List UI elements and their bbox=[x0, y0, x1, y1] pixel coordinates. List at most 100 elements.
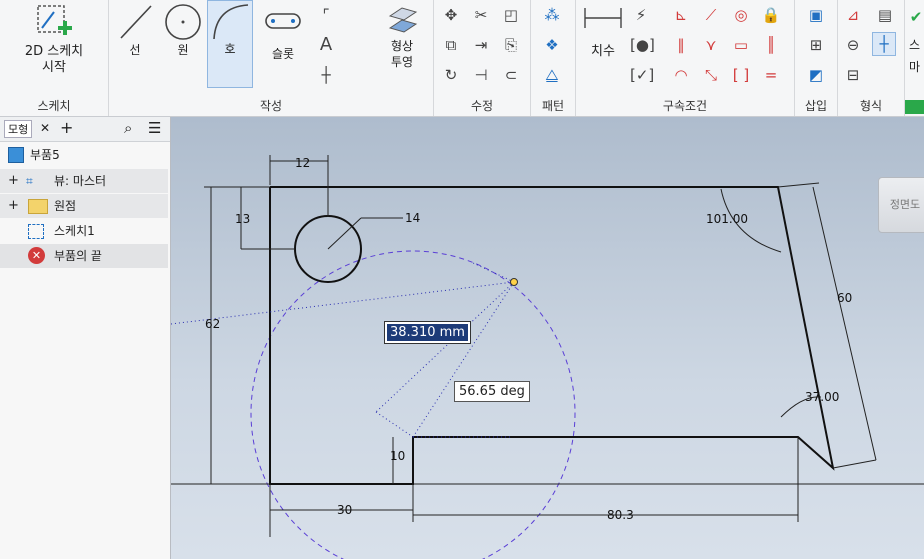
end-of-part-icon: ✕ bbox=[28, 247, 45, 264]
symmetric-icon[interactable]: [ ] bbox=[730, 64, 752, 86]
angle-input[interactable]: 56.65 deg bbox=[454, 381, 530, 402]
horizontal-icon[interactable]: ▭ bbox=[730, 34, 752, 56]
model-browser: 모형 ✕ + ⌕ ☰ 부품5 + ⌗ 뷰: 마스터 + 원점 스케치1 ✕ 부품… bbox=[0, 117, 171, 559]
fillet-icon[interactable]: ⌜ bbox=[315, 4, 337, 26]
line-button[interactable]: 선 bbox=[111, 2, 159, 72]
tree-item-label: 원점 bbox=[54, 199, 77, 213]
dim-slant-len[interactable]: 60 bbox=[837, 291, 852, 305]
centerline-icon[interactable]: ⊖ bbox=[842, 34, 864, 56]
dim-height[interactable]: 62 bbox=[205, 317, 220, 331]
finish-panel: ✔ 스 마 bbox=[905, 0, 924, 116]
fix-icon[interactable]: 🔒 bbox=[760, 4, 782, 26]
expand-icon[interactable]: + bbox=[8, 169, 19, 193]
start-2d-sketch-button[interactable]: 2D 스케치 시작 bbox=[8, 2, 100, 88]
tree-item-sketch[interactable]: 스케치1 bbox=[0, 219, 168, 243]
smooth-icon[interactable]: ⤡ bbox=[700, 64, 722, 86]
modify-panel: ✥ ✂ ◰ ⧉ ⇥ ⎘ ↻ ⊣ ⊂ 수정 bbox=[434, 0, 531, 116]
add-tab-icon[interactable]: + bbox=[60, 118, 73, 137]
model-tab[interactable]: 모형 bbox=[4, 120, 33, 138]
split-icon[interactable]: ⊣ bbox=[470, 64, 492, 86]
line-label: 선 bbox=[129, 43, 141, 57]
tree-item-label: 부품5 bbox=[30, 148, 60, 162]
scale-icon[interactable]: ◰ bbox=[500, 4, 522, 26]
offset-icon[interactable]: ⊂ bbox=[500, 64, 522, 86]
dimension-button[interactable]: 치수 bbox=[578, 4, 628, 74]
tree-item-view[interactable]: + ⌗ 뷰: 마스터 bbox=[0, 169, 168, 193]
equal-icon[interactable]: = bbox=[760, 64, 782, 86]
create-panel: 선 원 호 슬롯 ⌜ A ┼ 형상 투영 작성 bbox=[109, 0, 434, 116]
concentric-icon[interactable]: ◎ bbox=[730, 4, 752, 26]
stretch-icon[interactable]: ⎘ bbox=[500, 34, 522, 56]
points-icon[interactable]: ⊞ bbox=[805, 34, 827, 56]
constrain-panel-title: 구속조건 bbox=[662, 99, 708, 113]
construction-icon[interactable]: ⊿ bbox=[842, 4, 864, 26]
start-2d-sketch-label: 2D 스케치 시작 bbox=[24, 44, 84, 75]
tree-item-part[interactable]: 부품5 bbox=[0, 143, 168, 167]
parallel-icon[interactable]: ∥ bbox=[670, 34, 692, 56]
acad-icon[interactable]: ◩ bbox=[805, 64, 827, 86]
arc-button[interactable]: 호 bbox=[207, 0, 253, 88]
dimension-lines bbox=[204, 155, 877, 537]
sketch-panel: 2D 스케치 시작 스케치 bbox=[0, 0, 109, 116]
perpendicular-icon[interactable]: ⊾ bbox=[670, 4, 692, 26]
graphics-canvas[interactable]: 12 13 14 62 101.00 60 37.00 10 30 80.3 3… bbox=[171, 117, 924, 559]
move-icon[interactable]: ✥ bbox=[440, 4, 462, 26]
tree-item-label: 스케치1 bbox=[54, 224, 95, 238]
pattern-panel-title: 패턴 bbox=[541, 99, 565, 113]
viewcube[interactable]: 정면도 bbox=[878, 177, 924, 233]
menu-icon[interactable]: ☰ bbox=[148, 119, 161, 137]
rectangular-pattern-icon[interactable]: ⁂ bbox=[541, 4, 563, 26]
show-constraints-icon[interactable]: [●] bbox=[630, 34, 655, 56]
extend-icon[interactable]: ⇥ bbox=[470, 34, 492, 56]
mirror-icon[interactable]: ⧋ bbox=[541, 64, 563, 86]
tangent-icon[interactable]: ◠ bbox=[670, 64, 692, 86]
tree-item-label: 뷰: 마스터 bbox=[54, 174, 107, 188]
close-tab-icon[interactable]: ✕ bbox=[40, 121, 50, 135]
insert-panel: ▣ ⊞ ◩ 삽입 bbox=[795, 0, 838, 116]
trim-icon[interactable]: ✂ bbox=[470, 4, 492, 26]
dimension-icon bbox=[584, 8, 622, 28]
length-input[interactable]: 38.310 mm bbox=[384, 321, 471, 344]
rotate-icon[interactable]: ↻ bbox=[440, 64, 462, 86]
dim-circle-dia[interactable]: 14 bbox=[405, 211, 420, 225]
relax-icon[interactable]: [✓] bbox=[630, 64, 654, 86]
dim-top-offset[interactable]: 12 bbox=[295, 156, 310, 170]
insert-panel-title: 삽입 bbox=[804, 99, 828, 113]
tree-item-label: 부품의 끝 bbox=[54, 249, 102, 263]
format-panel: ⊿ ▤ ⊖ ┼ ⊟ 형식 bbox=[838, 0, 905, 116]
project-geometry-icon bbox=[388, 7, 418, 33]
vertical-icon[interactable]: ║ bbox=[760, 34, 782, 56]
text-icon[interactable]: A bbox=[315, 34, 337, 56]
view-icon: ⌗ bbox=[26, 174, 33, 188]
circular-pattern-icon[interactable]: ❖ bbox=[541, 34, 563, 56]
show-format-icon[interactable]: ▤ bbox=[874, 4, 896, 26]
modify-panel-title: 수정 bbox=[470, 99, 494, 113]
dim-bottom-len[interactable]: 80.3 bbox=[607, 508, 634, 522]
image-icon[interactable]: ▣ bbox=[805, 4, 827, 26]
search-icon[interactable]: ⌕ bbox=[124, 119, 132, 137]
slot-button[interactable]: 슬롯 bbox=[255, 6, 311, 72]
browser-tabbar: 모형 ✕ + ⌕ ☰ bbox=[0, 117, 170, 142]
project-geometry-label: 형상 투영 bbox=[390, 39, 414, 69]
collinear-icon[interactable]: ⋎ bbox=[700, 34, 722, 56]
point-icon[interactable]: ┼ bbox=[315, 64, 337, 86]
auto-dimension-icon[interactable]: ⚡ bbox=[630, 4, 652, 26]
dim-angle-top[interactable]: 101.00 bbox=[706, 212, 748, 226]
folder-icon bbox=[28, 199, 48, 214]
sketch-icon bbox=[28, 224, 44, 239]
dim-step-height[interactable]: 10 bbox=[390, 449, 405, 463]
coincident-icon[interactable]: ⟋ bbox=[700, 4, 722, 26]
tree-item-origin[interactable]: + 원점 bbox=[0, 194, 168, 218]
dim-angle-bottom[interactable]: 37.00 bbox=[805, 390, 839, 404]
tree-item-end-of-part[interactable]: ✕ 부품의 끝 bbox=[0, 244, 168, 268]
finish-sketch-icon[interactable]: ✔ bbox=[905, 6, 924, 28]
expand-icon[interactable]: + bbox=[8, 194, 19, 218]
copy-icon[interactable]: ⧉ bbox=[440, 34, 462, 56]
center-point-icon[interactable]: ┼ bbox=[872, 32, 896, 56]
circle-button[interactable]: 원 bbox=[159, 2, 207, 72]
dim-circle-v[interactable]: 13 bbox=[235, 212, 250, 226]
driven-dimension-icon[interactable]: ⊟ bbox=[842, 64, 864, 86]
slot-icon bbox=[265, 13, 301, 29]
dim-left-bottom[interactable]: 30 bbox=[337, 503, 352, 517]
project-geometry-button[interactable]: 형상 투영 bbox=[377, 2, 427, 88]
